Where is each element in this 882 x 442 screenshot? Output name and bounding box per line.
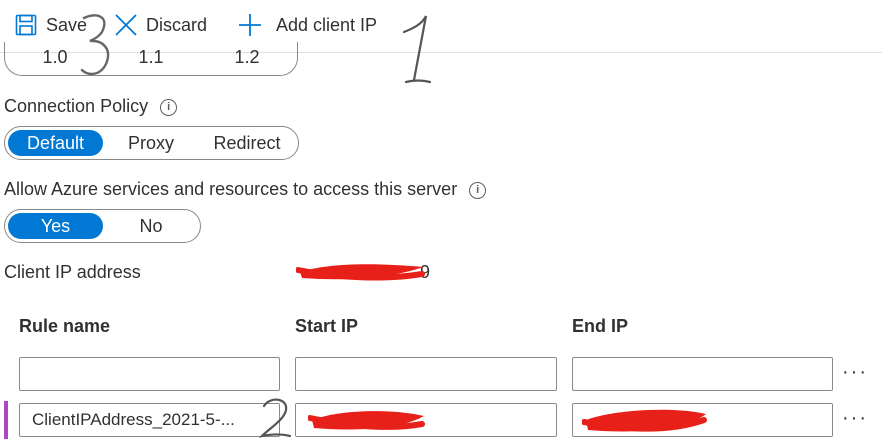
more-icon[interactable]: ··· [842,361,868,384]
tls-version-toggle: 1.0 1.1 1.2 [4,42,298,76]
discard-label: Discard [146,14,208,35]
policy-option-proxy[interactable]: Proxy [109,130,193,156]
end-ip-input[interactable] [572,357,833,391]
column-header-start-ip: Start IP [295,316,359,336]
save-icon [14,13,38,37]
connection-policy-label: Connection Policy i [4,96,178,117]
discard-icon [114,13,138,37]
discard-button[interactable]: Discard [114,8,207,42]
row-selection-marker [4,401,8,439]
end-ip-input[interactable] [572,403,833,437]
tls-option-1-0[interactable]: 1.0 [27,44,83,70]
info-icon[interactable]: i [469,181,487,199]
azure-access-toggle: Yes No [4,209,201,243]
rule-name-input[interactable] [19,403,280,437]
start-ip-input[interactable] [295,357,557,391]
client-ip-label: Client IP address [4,262,141,282]
annotation-number-1 [402,15,432,84]
tls-option-1-1[interactable]: 1.1 [123,44,179,70]
connection-policy-toggle: Default Proxy Redirect [4,126,299,160]
column-header-end-ip: End IP [572,316,629,336]
info-icon[interactable]: i [160,98,178,116]
tls-option-1-2[interactable]: 1.2 [219,44,275,70]
annotation-number-2 [258,398,292,438]
start-ip-input[interactable] [295,403,557,437]
add-client-ip-button[interactable]: Add client IP [238,8,377,42]
save-button[interactable]: Save [14,8,87,42]
rule-name-input[interactable] [19,357,280,391]
annotation-number-3 [80,14,110,76]
policy-option-default[interactable]: Default [8,130,103,156]
client-ip-redaction [296,264,425,281]
policy-option-redirect[interactable]: Redirect [201,130,293,156]
more-icon[interactable]: ··· [842,407,868,430]
add-icon [238,13,262,37]
add-client-ip-label: Add client IP [276,14,378,35]
azure-access-text: Allow Azure services and resources to ac… [4,179,458,199]
connection-policy-text: Connection Policy [4,96,149,116]
azure-option-no[interactable]: No [105,213,197,239]
azure-option-yes[interactable]: Yes [8,213,103,239]
client-ip-value: 9 [420,262,431,282]
column-header-rule-name: Rule name [19,316,111,336]
azure-access-label: Allow Azure services and resources to ac… [4,179,487,200]
